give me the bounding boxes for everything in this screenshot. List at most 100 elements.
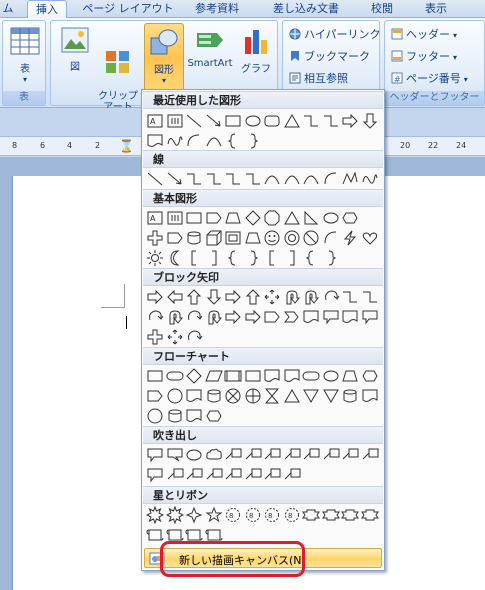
rect-shape-icon[interactable] xyxy=(244,367,262,385)
cyl-shape-icon[interactable] xyxy=(205,387,223,405)
elbow-shape-icon[interactable] xyxy=(322,112,340,130)
donut-shape-icon[interactable] xyxy=(283,229,301,247)
callout2-shape-icon[interactable] xyxy=(166,446,184,464)
heart-shape-icon[interactable] xyxy=(361,229,379,247)
flow-doc-shape-icon[interactable] xyxy=(302,308,320,326)
merge-shape-icon[interactable] xyxy=(322,387,340,405)
pent-shape-icon[interactable] xyxy=(146,387,164,405)
burst-shape-icon[interactable] xyxy=(146,506,164,524)
callout-shape-icon[interactable] xyxy=(361,308,379,326)
circ-arrow-shape-icon[interactable] xyxy=(322,288,340,306)
no-sym-shape-icon[interactable] xyxy=(302,229,320,247)
brace-shape-icon[interactable] xyxy=(224,132,242,150)
cyl-shape-icon[interactable] xyxy=(185,229,203,247)
rect-shape-icon[interactable] xyxy=(185,209,203,227)
star5-shape-icon[interactable] xyxy=(205,506,223,524)
rbrace-shape-icon[interactable] xyxy=(322,249,340,267)
burst-shape-icon[interactable] xyxy=(165,506,184,524)
cyl-shape-icon[interactable] xyxy=(341,387,359,405)
oval-shape-icon[interactable] xyxy=(185,446,203,464)
tab-mailings[interactable]: 差し込み文書 xyxy=(264,0,348,18)
clipart-button[interactable]: クリップ アート xyxy=(97,27,139,113)
hex-shape-icon[interactable] xyxy=(361,367,379,385)
brace-shape-icon[interactable] xyxy=(224,249,242,267)
chart-button[interactable]: グラフ xyxy=(237,27,275,77)
diamond-shape-icon[interactable] xyxy=(244,209,262,227)
arc-shape-icon[interactable] xyxy=(322,170,340,188)
header-button[interactable]: ヘッダー ▾ xyxy=(391,27,457,43)
picture-button[interactable]: 図 xyxy=(57,27,93,77)
uturn-shape-icon[interactable] xyxy=(166,308,184,326)
rect-shape-icon[interactable] xyxy=(146,367,164,385)
flow-doc-shape-icon[interactable] xyxy=(185,387,203,405)
line-callout-shape-icon[interactable] xyxy=(224,466,242,484)
uturn-shape-icon[interactable] xyxy=(205,308,223,326)
elbow-shape-icon[interactable] xyxy=(361,288,379,306)
circ-arrow-shape-icon[interactable] xyxy=(185,328,203,346)
vtext-shape-icon[interactable] xyxy=(166,209,184,227)
line-callout-shape-icon[interactable] xyxy=(205,466,223,484)
arrow-l-shape-icon[interactable] xyxy=(166,288,184,306)
flow-doc-shape-icon[interactable] xyxy=(341,308,359,326)
new-drawing-canvas-item[interactable]: 新しい描画キャンバス(N) xyxy=(144,548,382,568)
moon-shape-icon[interactable] xyxy=(166,249,184,267)
quad-shape-icon[interactable] xyxy=(166,328,184,346)
circ-plus-shape-icon[interactable] xyxy=(244,387,262,405)
flow-proc-shape-icon[interactable] xyxy=(224,367,242,385)
vtext-shape-icon[interactable] xyxy=(166,112,184,130)
ribbon-shape-icon[interactable] xyxy=(321,506,340,524)
rbrace-shape-icon[interactable] xyxy=(244,249,262,267)
flow-term-shape-icon[interactable] xyxy=(302,367,320,385)
star-n-shape-icon[interactable]: 8 xyxy=(244,506,262,524)
line-callout-shape-icon[interactable] xyxy=(166,466,184,484)
line-shape-icon[interactable] xyxy=(185,112,203,130)
flow-para-shape-icon[interactable] xyxy=(204,367,223,385)
shapes-button[interactable]: 図形 ▾ xyxy=(144,23,184,93)
arrow-r-shape-icon[interactable] xyxy=(224,288,242,306)
indent-marker-icon[interactable]: ⌛ xyxy=(119,139,134,153)
scribble-shape-icon[interactable] xyxy=(361,170,379,188)
tab-references[interactable]: 参考資料 xyxy=(186,0,248,18)
oct-shape-icon[interactable] xyxy=(263,209,281,227)
uturn-shape-icon[interactable] xyxy=(302,288,320,306)
circ-arrow-shape-icon[interactable] xyxy=(146,308,164,326)
footer-button[interactable]: フッター ▾ xyxy=(391,49,457,65)
arrow-r-shape-icon[interactable] xyxy=(146,288,164,306)
table-button[interactable]: 表 ▾ xyxy=(7,27,43,87)
elbow-shape-icon[interactable] xyxy=(185,170,203,188)
scribble-shape-icon[interactable] xyxy=(166,132,184,150)
pent-shape-icon[interactable] xyxy=(205,209,223,227)
ribbon-shape-icon[interactable] xyxy=(302,506,320,524)
trap-shape-icon[interactable] xyxy=(244,229,262,247)
line-callout-shape-icon[interactable] xyxy=(322,446,340,464)
plus-shape-icon[interactable] xyxy=(146,328,164,346)
flow-doc-shape-icon[interactable] xyxy=(283,367,301,385)
hourglass-shape-icon[interactable] xyxy=(263,387,281,405)
elbow-shape-icon[interactable] xyxy=(302,112,320,130)
smile-shape-icon[interactable] xyxy=(263,229,281,247)
pent-shape-icon[interactable] xyxy=(263,308,281,326)
arrow-u-shape-icon[interactable] xyxy=(185,288,203,306)
oval-shape-icon[interactable] xyxy=(322,367,340,385)
arc-shape-icon[interactable] xyxy=(185,132,203,150)
arrow-d-shape-icon[interactable] xyxy=(361,112,379,130)
circ-x-shape-icon[interactable] xyxy=(224,387,242,405)
hyperlink-button[interactable]: ハイパーリンク xyxy=(289,27,381,43)
line-callout-shape-icon[interactable] xyxy=(341,446,359,464)
flow-term-shape-icon[interactable] xyxy=(166,367,184,385)
cloud-shape-icon[interactable] xyxy=(205,446,223,464)
star4-shape-icon[interactable] xyxy=(185,506,203,524)
flow-doc-shape-icon[interactable] xyxy=(263,367,281,385)
frame-shape-icon[interactable] xyxy=(224,229,242,247)
line-callout-shape-icon[interactable] xyxy=(185,466,203,484)
tab-insert[interactable]: 挿入 xyxy=(27,0,67,19)
circle-shape-icon[interactable] xyxy=(166,387,184,405)
elbow-shape-icon[interactable] xyxy=(341,288,359,306)
arrow-r-shape-icon[interactable] xyxy=(341,112,359,130)
hex-shape-icon[interactable] xyxy=(205,407,223,425)
line-callout-shape-icon[interactable] xyxy=(263,446,281,464)
callout-shape-icon[interactable] xyxy=(146,446,164,464)
arc-shape-icon[interactable] xyxy=(322,229,340,247)
tab-home-partial[interactable]: ム xyxy=(0,0,16,18)
callout-shape-icon[interactable] xyxy=(322,308,340,326)
